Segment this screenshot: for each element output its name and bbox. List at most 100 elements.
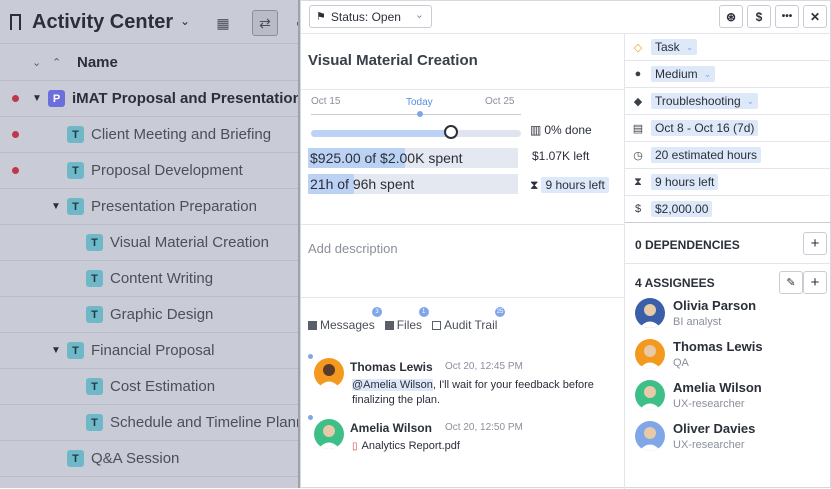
prop-type[interactable]: ◇ Task ⌄ [625, 34, 831, 61]
expand-all-icon[interactable]: ⌃ [52, 56, 61, 69]
grid-view-icon[interactable]: ▦ [212, 12, 234, 34]
avatar[interactable] [635, 339, 665, 369]
prop-dates[interactable]: ▤ Oct 8 - Oct 16 (7d) [625, 115, 831, 142]
rss-button[interactable]: ⊛ [719, 5, 743, 28]
avatar[interactable] [635, 380, 665, 410]
dollar-icon: $ [634, 203, 642, 215]
tab-messages[interactable]: Messages 3 [308, 307, 382, 332]
tab-audit-trail[interactable]: Audit Trail 25 [432, 307, 506, 332]
tree-row[interactable]: T Client Meeting and Briefing [0, 117, 300, 153]
tree-row-label: Content Writing [110, 270, 214, 287]
assignee-name: Thomas Lewis [673, 339, 763, 354]
collapse-all-icon[interactable]: ⌄ [32, 56, 41, 69]
item-type-badge: T [67, 450, 84, 467]
budget-value[interactable]: $2,000.00 [651, 201, 713, 217]
status-dropdown[interactable]: ⚑ Status: Open ⌄ [309, 5, 432, 28]
assignee-item[interactable]: Thomas Lewis QA [635, 339, 825, 373]
dependencies-label: 0 DEPENDENCIES [635, 238, 740, 252]
chevron-down-icon[interactable]: ⌄ [180, 14, 190, 28]
bookmark-icon[interactable] [10, 14, 21, 30]
item-type-badge: T [86, 414, 103, 431]
task-title[interactable]: Visual Material Creation [308, 52, 478, 69]
column-name-label[interactable]: Name [77, 54, 118, 71]
edit-assignees-button[interactable]: ✎ [779, 271, 803, 294]
attachment-link[interactable]: Analytics Report.pdf [362, 439, 460, 454]
assignee-item[interactable]: Olivia Parson BI analyst [635, 298, 825, 332]
prop-estimated[interactable]: ◷ 20 estimated hours [625, 142, 831, 169]
eraser-icon: ◆ [633, 95, 643, 108]
pencil-icon: ✎ [786, 277, 796, 289]
prop-budget[interactable]: $ $2,000.00 [625, 196, 831, 223]
add-dependency-button[interactable]: + [803, 232, 827, 255]
mention-link[interactable]: @Amelia Wilson [352, 379, 433, 391]
category-value[interactable]: Troubleshooting ⌄ [651, 93, 759, 109]
type-value[interactable]: Task ⌄ [651, 39, 698, 55]
assignee-role: BI analyst [673, 316, 722, 328]
item-type-badge: T [67, 342, 84, 359]
message-author[interactable]: Thomas Lewis [350, 360, 433, 374]
caret-down-icon[interactable]: ▼ [32, 93, 42, 104]
priority-value[interactable]: Medium ⌄ [651, 66, 716, 82]
person-icon [639, 304, 661, 328]
plus-icon: + [810, 274, 820, 291]
avatar[interactable] [635, 421, 665, 451]
item-type-badge: T [86, 378, 103, 395]
divider [625, 263, 831, 264]
tree-row[interactable]: ▼ T Presentation Preparation [0, 189, 300, 225]
online-indicator [308, 354, 313, 359]
item-type-badge: T [86, 306, 103, 323]
hours-left-status: ⧗ 9 hours left [530, 177, 609, 193]
message-author[interactable]: Amelia Wilson [350, 421, 432, 435]
tree-row[interactable]: T Content Writing [0, 261, 300, 297]
message-body: @Amelia Wilson, I'll wait for your feedb… [352, 378, 622, 408]
tree-row[interactable]: T Cost Estimation [0, 369, 300, 405]
swap-view-icon[interactable]: ⇄ [252, 10, 278, 36]
plus-icon: + [810, 235, 820, 252]
tab-label: Messages [320, 318, 375, 332]
checkbox-icon [384, 320, 394, 330]
cost-field[interactable]: $925.00 of $2.00K spent [308, 148, 518, 168]
assignee-item[interactable]: Amelia Wilson UX-researcher [635, 380, 825, 414]
trash-icon: ▥ [530, 123, 542, 137]
assignee-item[interactable]: Oliver Davies UX-researcher [635, 421, 825, 455]
priority-icon: ● [634, 68, 642, 80]
tab-files[interactable]: Files 1 [384, 307, 429, 332]
flag-indicator [12, 167, 19, 174]
close-button[interactable]: ✕ [803, 5, 827, 28]
tree-row[interactable]: T Visual Material Creation [0, 225, 300, 261]
progress-label: 0% done [544, 123, 592, 137]
description-field[interactable]: Add description [308, 241, 398, 256]
tree-row[interactable]: ▼ T Financial Proposal [0, 333, 300, 369]
estimated-value[interactable]: 20 estimated hours [651, 147, 762, 163]
timeline-axis [311, 114, 521, 115]
app-title[interactable]: Activity Center [32, 11, 173, 34]
prop-category[interactable]: ◆ Troubleshooting ⌄ [625, 88, 831, 115]
budget-button[interactable]: $ [747, 5, 771, 28]
tab-count: 1 [418, 307, 429, 317]
assignee-name: Olivia Parson [673, 298, 757, 313]
remaining-value[interactable]: 9 hours left [651, 174, 719, 190]
tree-row-label: Visual Material Creation [110, 234, 269, 251]
dates-value[interactable]: Oct 8 - Oct 16 (7d) [651, 120, 759, 136]
caret-down-icon[interactable]: ▼ [51, 345, 61, 356]
caret-down-icon[interactable]: ▼ [51, 201, 61, 212]
hours-field[interactable]: 21h of 96h spent [308, 174, 518, 194]
avatar[interactable] [314, 419, 344, 449]
progress-fill [311, 130, 451, 137]
message-item: Amelia Wilson Oct 20, 12:50 PM ▯ Analyti… [308, 415, 618, 461]
add-assignee-button[interactable]: + [803, 271, 827, 294]
avatar[interactable] [635, 298, 665, 328]
tree-row[interactable]: T Graphic Design [0, 297, 300, 333]
tree-row[interactable]: T Q&A Session [0, 441, 300, 477]
assignee-role: UX-researcher [673, 439, 745, 451]
tree-row[interactable]: ▼ PiMAT Proposal and Presentation [0, 81, 300, 117]
progress-status: ▥ 0% done [530, 123, 592, 137]
tree-row[interactable]: T Schedule and Timeline Planning [0, 405, 300, 441]
tree-row[interactable]: T Proposal Development [0, 153, 300, 189]
avatar[interactable] [314, 358, 344, 388]
cost-left: $1.07K left [532, 149, 590, 163]
prop-remaining[interactable]: ⧗ 9 hours left [625, 169, 831, 196]
prop-priority[interactable]: ● Medium ⌄ [625, 61, 831, 88]
more-button[interactable]: ••• [775, 5, 799, 28]
progress-slider-handle[interactable] [444, 125, 458, 139]
